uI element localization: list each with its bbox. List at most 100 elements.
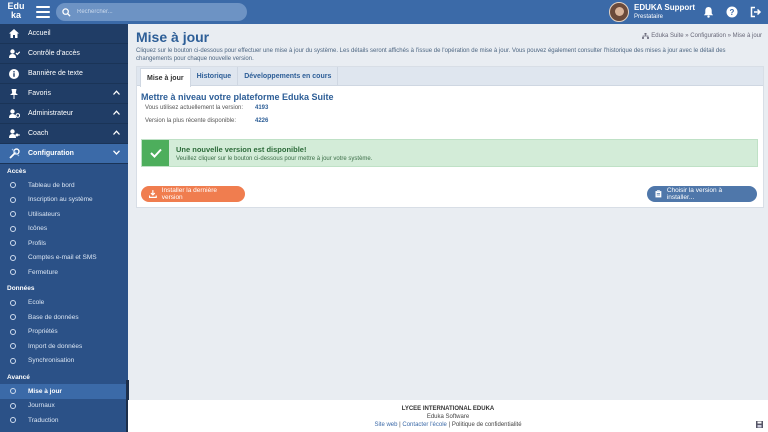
sidebar-subitem-profils[interactable]: Profils [0, 236, 128, 251]
chevron-up-icon [113, 110, 120, 115]
current-version-label: Vous utilisez actuellement la version: [145, 105, 244, 111]
alert-text: Veuillez cliquer sur le bouton ci-dessou… [176, 156, 373, 162]
help-icon[interactable]: ? [725, 5, 739, 19]
sidebar-section-avance: Avancé [7, 373, 30, 381]
circle-icon [10, 388, 16, 395]
footer: LYCEE INTERNATIONAL EDUKA Eduka Software… [128, 400, 768, 432]
sidebar-subitem-traduction[interactable]: Traduction [0, 413, 128, 428]
footer-link-privacy[interactable]: Politique de confidentialité [452, 422, 522, 428]
sidebar-subitem-icones[interactable]: Icônes [0, 222, 128, 237]
sidebar-item-label: Configuration [28, 150, 74, 157]
circle-icon [10, 254, 16, 261]
sidebar-item-coach[interactable]: Coach [0, 124, 128, 144]
user-key-icon [8, 129, 20, 138]
breadcrumb-text: Eduka Suite » Configuration » Mise à jou… [651, 33, 762, 39]
sidebar-subitem-label: Inscription au système [28, 196, 93, 204]
sidebar-subitem-label: Fermeture [28, 268, 58, 276]
tab-bar: Mise à jour Historique Développements en… [137, 67, 763, 87]
search-box [56, 3, 247, 21]
tab-historique[interactable]: Historique [191, 67, 239, 86]
sidebar-item-label: Administrateur [28, 110, 74, 117]
logout-icon[interactable] [749, 5, 763, 19]
sidebar-item-label: Contrôle d'accès [28, 50, 80, 57]
sidebar-subitem-label: Journaux [28, 402, 55, 410]
sidebar-subitem-synchronisation[interactable]: Synchronisation [0, 354, 128, 369]
update-available-alert: Une nouvelle version est disponible! Veu… [141, 139, 758, 167]
sidebar-item-favoris[interactable]: Favoris [0, 84, 128, 104]
sidebar-subitem-label: Import de données [28, 342, 83, 350]
circle-icon [10, 328, 16, 335]
footer-company: Eduka Software [426, 414, 470, 420]
sidebar-subitem-comptes[interactable]: Comptes e-mail et SMS [0, 251, 128, 266]
latest-version-value: 4226 [255, 118, 269, 124]
sidebar-subitem-inscription[interactable]: Inscription au système [0, 193, 128, 208]
sidebar-subitem-label: Utilisateurs [28, 210, 61, 218]
chevron-up-icon [113, 130, 120, 135]
user-menu[interactable]: EDUKA Support Prestataire [609, 2, 695, 22]
sidebar-subitem-label: Traduction [28, 416, 59, 424]
sidebar: Accueil Contrôle d'accès Bannière de tex… [0, 24, 128, 432]
page-title: Mise à jour [136, 29, 210, 45]
tab-mise-a-jour[interactable]: Mise à jour [140, 68, 191, 87]
circle-icon [10, 299, 16, 306]
sidebar-subitem-label: Propriétés [28, 328, 58, 336]
circle-icon [10, 402, 16, 409]
sidebar-item-administrateur[interactable]: Administrateur [0, 104, 128, 124]
bell-icon[interactable] [701, 5, 715, 19]
breadcrumb: Eduka Suite » Configuration » Mise à jou… [642, 33, 762, 39]
upgrade-title: Mettre à niveau votre plateforme Eduka S… [141, 92, 334, 102]
sidebar-item-label: Favoris [28, 90, 51, 97]
pin-icon [8, 88, 20, 99]
footer-school: LYCEE INTERNATIONAL EDUKA [401, 406, 495, 412]
sidebar-subitem-label: Tableau de bord [28, 181, 75, 189]
sidebar-subitem-fermeture[interactable]: Fermeture [0, 265, 128, 280]
circle-icon [10, 357, 16, 364]
choose-version-label: Choisir la version à installer... [666, 187, 723, 201]
update-panel: Mise à jour Historique Développements en… [136, 66, 764, 208]
current-version-value: 4193 [255, 105, 269, 111]
download-icon [149, 190, 157, 198]
sidebar-item-configuration[interactable]: Configuration [0, 144, 128, 164]
search-icon [62, 7, 71, 17]
save-icon[interactable] [756, 421, 763, 428]
sidebar-subitem-import[interactable]: Import de données [0, 339, 128, 354]
sidebar-subitem-proprietes[interactable]: Propriétés [0, 325, 128, 340]
install-latest-button[interactable]: Installer la dernière version [141, 186, 245, 202]
svg-text:?: ? [730, 8, 735, 17]
avatar [609, 2, 629, 22]
sidebar-subitem-mise-a-jour[interactable]: Mise à jour [0, 384, 128, 399]
user-gear-icon [8, 109, 20, 118]
sidebar-subitem-utilisateurs[interactable]: Utilisateurs [0, 207, 128, 222]
sidebar-subitem-journaux[interactable]: Journaux [0, 399, 128, 414]
sidebar-subitem-ecole[interactable]: Ecole [0, 296, 128, 311]
footer-links: Site web | Contacter l'école | Politique… [128, 421, 768, 429]
user-check-icon [8, 49, 20, 58]
home-icon [8, 29, 20, 38]
sidebar-subitem-label: Ecole [28, 299, 45, 307]
choose-version-button[interactable]: Choisir la version à installer... [647, 186, 757, 202]
sidebar-item-accueil[interactable]: Accueil [0, 24, 128, 44]
logo-bottom: ka [10, 10, 21, 20]
circle-icon [10, 211, 16, 218]
latest-version-label: Version la plus récente disponible: [145, 118, 237, 124]
sidebar-item-label: Bannière de texte [28, 70, 83, 77]
sidebar-item-banniere[interactable]: Bannière de texte [0, 64, 128, 84]
tab-developpements[interactable]: Développements en cours [238, 67, 339, 86]
tools-icon [8, 148, 20, 159]
app-logo[interactable]: Edu ka [2, 0, 30, 24]
menu-toggle-icon[interactable] [36, 6, 50, 18]
sidebar-subitem-base-de-donnees[interactable]: Base de données [0, 310, 128, 325]
check-icon [142, 140, 169, 166]
footer-link-website[interactable]: Site web [374, 422, 397, 428]
circle-icon [10, 343, 16, 350]
chevron-up-icon [113, 90, 120, 95]
top-bar: Edu ka EDUKA Support Prestataire ? [0, 0, 768, 24]
user-name: EDUKA Support [634, 3, 696, 12]
search-input[interactable] [77, 9, 227, 15]
footer-link-contact[interactable]: Contacter l'école [402, 422, 447, 428]
circle-icon [10, 196, 16, 203]
sidebar-item-controle-acces[interactable]: Contrôle d'accès [0, 44, 128, 64]
sidebar-subitem-tableau-de-bord[interactable]: Tableau de bord [0, 178, 128, 193]
circle-icon [10, 269, 16, 276]
info-icon [8, 68, 20, 79]
